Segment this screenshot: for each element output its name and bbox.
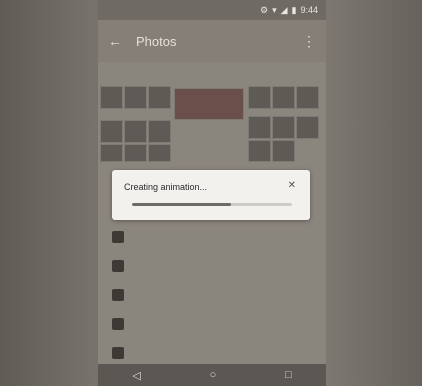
- album-icon: [112, 230, 124, 243]
- photo-thumbnail[interactable]: [296, 116, 319, 139]
- clock: 9:44: [300, 5, 318, 15]
- app-bar: ← Photos ⋮: [98, 20, 326, 62]
- photo-thumbnail[interactable]: [148, 86, 171, 109]
- dialog-message: Creating animation...: [124, 182, 208, 192]
- list-item[interactable]: [98, 280, 326, 309]
- photo-thumbnail[interactable]: [124, 144, 147, 162]
- photo-thumbnail[interactable]: [248, 116, 271, 139]
- photo-thumbnail[interactable]: [272, 140, 295, 162]
- photo-background: ⚙ ▾ ◢ ▮ 9:44 ← Photos ⋮ Creating animati…: [0, 0, 422, 386]
- animation-icon: [112, 317, 124, 330]
- back-arrow-icon[interactable]: ←: [108, 33, 122, 49]
- phone-screen: ⚙ ▾ ◢ ▮ 9:44 ← Photos ⋮ Creating animati…: [98, 0, 326, 386]
- settings-icon: ⚙: [259, 4, 269, 15]
- photo-thumbnail[interactable]: [248, 86, 271, 109]
- battery-icon: ▮: [291, 4, 297, 15]
- home-nav-icon[interactable]: ○: [210, 369, 217, 381]
- close-icon[interactable]: ✕: [288, 180, 296, 191]
- page-title: Photos: [136, 33, 177, 49]
- photo-thumbnail[interactable]: [100, 86, 123, 109]
- photo-thumbnail[interactable]: [100, 144, 123, 162]
- photo-thumbnail[interactable]: [272, 116, 295, 139]
- recents-nav-icon[interactable]: □: [285, 369, 292, 381]
- movie-icon: [112, 288, 124, 301]
- progress-bar-fill: [132, 203, 232, 206]
- photo-thumbnail[interactable]: [174, 88, 244, 120]
- photo-icon: [112, 259, 124, 272]
- collage-icon: [112, 346, 124, 359]
- photo-thumbnail[interactable]: [124, 120, 147, 143]
- progress-dialog: Creating animation... ✕: [112, 170, 310, 220]
- photo-thumbnail[interactable]: [124, 86, 147, 109]
- photo-thumbnail[interactable]: [100, 120, 123, 143]
- list-item[interactable]: [98, 222, 326, 251]
- signal-icon: ◢: [280, 4, 288, 15]
- photo-thumbnail[interactable]: [296, 86, 319, 109]
- photo-grid: [98, 86, 326, 162]
- photo-thumbnail[interactable]: [248, 140, 271, 162]
- back-nav-icon[interactable]: ◁: [132, 369, 140, 382]
- list-item[interactable]: [98, 338, 326, 367]
- progress-bar: [132, 203, 292, 206]
- photo-thumbnail[interactable]: [148, 120, 171, 143]
- system-nav-bar: ◁ ○ □: [98, 364, 326, 386]
- list-item[interactable]: [98, 251, 326, 280]
- status-bar: ⚙ ▾ ◢ ▮ 9:44: [98, 0, 326, 20]
- more-options-icon[interactable]: ⋮: [302, 33, 316, 50]
- list-item[interactable]: [98, 309, 326, 338]
- options-list: [98, 222, 326, 367]
- wifi-icon: ▾: [272, 4, 277, 15]
- photo-thumbnail[interactable]: [148, 144, 171, 162]
- photo-thumbnail[interactable]: [272, 86, 295, 109]
